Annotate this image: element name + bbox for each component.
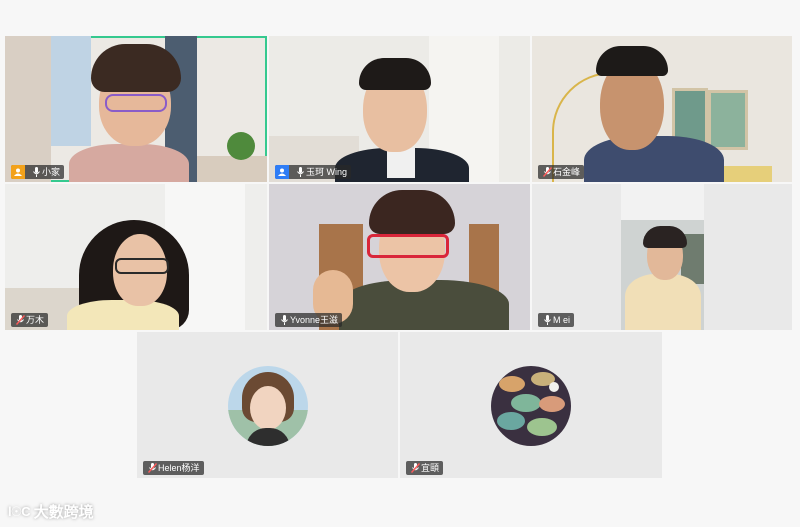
microphone-muted-icon: [409, 461, 421, 475]
participant-name: 小家: [42, 167, 61, 177]
participant-name: Yvonne王滋: [290, 315, 339, 325]
watermark-text: 大數跨境: [33, 504, 94, 521]
video-tile-2[interactable]: 玉珂 Wing: [269, 36, 530, 182]
participant-name: 万木: [26, 315, 45, 325]
video-feed: [5, 36, 267, 182]
lily-pads-avatar: [491, 366, 571, 446]
participant-name: 宜頤: [421, 463, 440, 473]
participant-label: M ei: [538, 313, 575, 327]
portrait-avatar: [227, 366, 308, 446]
participant-name: 玉珂 Wing: [306, 167, 348, 177]
host-icon: [11, 165, 25, 179]
video-tile-6[interactable]: M ei: [532, 184, 792, 330]
microphone-muted-icon: [146, 461, 158, 475]
participant-label: 宜頤: [406, 461, 444, 475]
video-feed: [5, 184, 267, 330]
watermark-logo: l☉C: [8, 503, 31, 519]
video-tile-5[interactable]: Yvonne王滋: [269, 184, 530, 330]
video-tile-7[interactable]: Helen杨洋: [137, 332, 398, 478]
participant-label: 石金峰: [538, 165, 585, 179]
microphone-muted-icon: [14, 313, 26, 327]
participant-label: 小家: [11, 165, 65, 179]
participant-name: 石金峰: [553, 167, 581, 177]
participant-label: 玉珂 Wing: [275, 165, 352, 179]
microphone-icon: [541, 313, 553, 327]
video-tile-3[interactable]: 石金峰: [532, 36, 792, 182]
microphone-icon: [278, 313, 290, 327]
microphone-muted-icon: [541, 165, 553, 179]
video-feed: [269, 184, 530, 330]
participant-label: Yvonne王滋: [275, 313, 343, 327]
video-tile-1[interactable]: 小家: [5, 36, 267, 182]
video-tile-4[interactable]: 万木: [5, 184, 267, 330]
participant-name: Helen杨洋: [158, 463, 200, 473]
participant-label: Helen杨洋: [143, 461, 204, 475]
video-tile-8[interactable]: 宜頤: [400, 332, 662, 478]
microphone-icon: [294, 165, 306, 179]
video-feed: [532, 184, 792, 330]
watermark: l☉C 大數跨境: [8, 501, 94, 522]
participant-name: M ei: [553, 315, 571, 325]
host-icon: [275, 165, 289, 179]
video-feed: [532, 36, 792, 182]
microphone-icon: [30, 165, 42, 179]
participant-label: 万木: [11, 313, 49, 327]
video-feed: [269, 36, 530, 182]
